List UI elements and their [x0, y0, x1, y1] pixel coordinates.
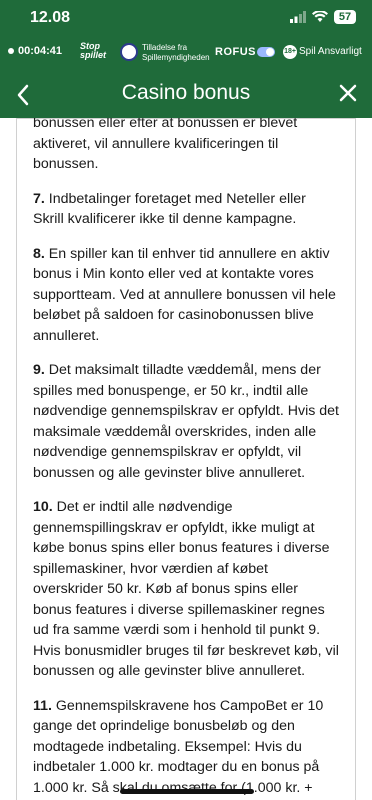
license-line2: Spillemyndigheden — [142, 53, 210, 62]
term-text: Det er indtil alle nødvendige gennemspil… — [33, 499, 339, 679]
close-icon — [339, 84, 357, 102]
term-paragraph: bonussen eller efter at bonussen er blev… — [33, 118, 339, 175]
term-number: 10. — [33, 499, 53, 515]
session-timer-value: 00:04:41 — [18, 45, 63, 57]
home-indicator[interactable] — [120, 789, 254, 794]
stopspillet-line2: spillet — [80, 50, 107, 60]
status-time: 12.08 — [30, 9, 71, 26]
terms-card: bonussen eller efter at bonussen er blev… — [16, 118, 356, 800]
term-number: 8. — [33, 245, 45, 262]
rofus-toggle-icon[interactable] — [257, 47, 275, 57]
term-text: bonussen eller efter at bonussen er blev… — [33, 118, 298, 172]
term-paragraph: 8. En spiller kan til enhver tid annulle… — [33, 244, 339, 347]
responsible-gaming-link[interactable]: Spil Ansvarligt — [299, 46, 362, 57]
term-paragraph: 7. Indbetalinger foretaget med Neteller … — [33, 189, 339, 230]
battery-indicator: 57 — [334, 10, 356, 24]
page-title: Casino bonus — [121, 81, 251, 104]
term-paragraph: 11. Gennemspilskravene hos CampoBet er 1… — [33, 696, 339, 800]
term-text: Indbetalinger foretaget med Neteller ell… — [33, 190, 306, 228]
status-icons: 57 — [290, 10, 356, 24]
term-number: 11. — [33, 697, 52, 714]
license-line1: Tilladelse fra — [142, 43, 188, 52]
terms-content[interactable]: bonussen eller efter at bonussen er blev… — [0, 118, 372, 800]
session-timer: 00:04:41 — [8, 45, 62, 57]
term-number: 9. — [33, 362, 45, 378]
term-paragraph: 10. Det er indtil alle nødvendige gennem… — [33, 497, 339, 682]
wifi-icon — [312, 11, 328, 22]
stopspillet-logo[interactable]: Stop spillet — [80, 42, 106, 60]
age-18-badge: 18+ — [283, 45, 297, 59]
status-bar: 12.08 57 — [0, 0, 372, 36]
term-text: Gennemspilskravene hos CampoBet er 10 ga… — [33, 697, 324, 796]
license-text[interactable]: Tilladelse fra Spillemyndigheden — [142, 43, 210, 63]
term-text: Det maksimalt tilladte væddemål, mens de… — [33, 362, 339, 481]
signal-icon — [290, 11, 306, 23]
clock-icon — [8, 48, 14, 54]
term-text: En spiller kan til enhver tid annullere … — [33, 245, 336, 344]
term-number: 7. — [33, 190, 45, 207]
rofus-link[interactable]: ROFUS — [215, 46, 256, 58]
page-header: Casino bonus — [0, 70, 372, 118]
close-button[interactable] — [336, 79, 360, 107]
regulatory-bar: 00:04:41 Stop spillet Tilladelse fra Spi… — [0, 36, 372, 70]
spillemyndigheden-seal-icon — [120, 43, 138, 61]
term-paragraph: 9. Det maksimalt tilladte væddemål, mens… — [33, 360, 339, 483]
